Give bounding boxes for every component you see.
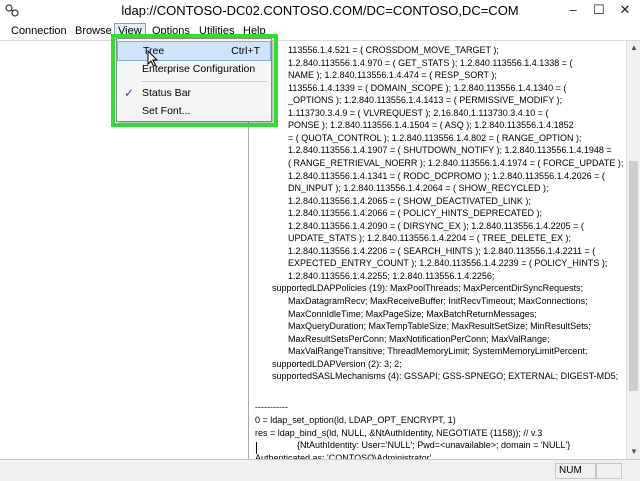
scroll-down-arrow-icon[interactable]: ▼ [627, 445, 640, 459]
title-bar: ldap://CONTOSO-DC02.CONTOSO.COM/DC=CONTO… [0, 0, 640, 22]
output-line: = ( QUOTA_CONTROL ); 1.2.840.113556.1.4.… [288, 132, 582, 143]
output-line: 1.2.840.113556.1.4.2066 = ( POLICY_HINTS… [288, 208, 543, 219]
output-line: NAME ); 1.2.840.113556.1.4.474 = ( RESP_… [288, 70, 497, 81]
output-line: 1.2.840.113556.1.4.2255; 1.2.840.113556.… [288, 270, 495, 281]
output-line: 1.2.840.113556.1.4.2090 = ( DIRSYNC_EX )… [288, 220, 584, 231]
output-line: 1.113730.3.4.9 = ( VLVREQUEST ); 2.16.84… [288, 107, 549, 118]
output-line: 113556.1.4.521 = ( CROSSDOM_MOVE_TARGET … [288, 45, 499, 55]
window-title: ldap://CONTOSO-DC02.CONTOSO.COM/DC=CONTO… [121, 3, 519, 18]
output-line: supportedLDAPPolicies (19): MaxPoolThrea… [272, 283, 584, 294]
output-line: MaxDatagramRecv; MaxReceiveBuffer; InitR… [288, 296, 588, 306]
menu-bar: Connection Browse View Options Utilities… [0, 22, 640, 41]
output-line: EXPECTED_ENTRY_COUNT ); 1.2.840.113556.1… [288, 258, 608, 269]
output-line: {NtAuthIdentity: User='NULL'; Pwd=<unava… [297, 440, 571, 451]
output-line: MaxValRangeTransitive; ThreadMemoryLimit… [288, 346, 588, 357]
close-button[interactable]: ✕ [612, 0, 638, 20]
output-line: supportedLDAPVersion (2): 3; 2; [272, 358, 402, 369]
output-line: UPDATE_STATS ); 1.2.840.113556.1.4.2204 … [288, 233, 572, 244]
output-line: MaxResultSetsPerConn; MaxNotificationPer… [288, 333, 550, 344]
output-line: ----------- [255, 402, 288, 413]
output-line: 1.2.840.113556.1.4.1341 = ( RODC_DCPROMO… [288, 170, 605, 181]
mouse-pointer-icon [147, 50, 159, 67]
output-line: res = ldap_bind_s(ld, NULL, &NtAuthIdent… [255, 427, 543, 438]
output-line: 0 = ldap_set_option(ld, LDAP_OPT_ENCRYPT… [255, 414, 456, 425]
menu-connection[interactable]: Connection [8, 24, 70, 39]
output-line: 113556.1.4.1339 = ( DOMAIN_SCOPE ); 1.2.… [288, 82, 567, 93]
status-bar: NUM [0, 459, 640, 481]
output-scrollbar[interactable]: ▲ ▼ [626, 41, 640, 459]
maximize-button[interactable]: ☐ [586, 0, 612, 20]
menu-browse[interactable]: Browse [72, 24, 115, 39]
output-line: PONSE ); 1.2.840.113556.1.4.1504 = ( ASQ… [288, 120, 574, 131]
output-line: 1.2.840.113556.1.4.2206 = ( SEARCH_HINTS… [288, 245, 596, 256]
output-line: MaxQueryDuration; MaxTempTableSize; MaxR… [288, 321, 591, 332]
output-line: MaxConnIdleTime; MaxPageSize; MaxBatchRe… [288, 308, 537, 319]
output-pane[interactable]: 113556.1.4.521 = ( CROSSDOM_MOVE_TARGET … [250, 41, 626, 459]
output-line: 1.2.840.113556.1.4.1907 = ( SHUTDOWN_NOT… [288, 145, 612, 156]
output-line: supportedSASLMechanisms (4): GSSAPI; GSS… [272, 371, 619, 382]
output-line: 1.2.840.113556.1.4.970 = ( GET_STATS ); … [288, 57, 573, 68]
status-cell-empty [596, 463, 622, 479]
output-line: DN_INPUT ); 1.2.840.113556.1.4.2064 = ( … [288, 183, 549, 194]
output-line: ( RANGE_RETRIEVAL_NOERR ); 1.2.840.11355… [288, 157, 624, 168]
text-caret [256, 442, 257, 454]
output-line: Authenticated as: 'CONTOSO\Administrator… [255, 452, 434, 459]
minimize-button[interactable]: – [560, 0, 586, 20]
highlight-annotation [111, 34, 278, 127]
output-line: _OPTIONS ); 1.2.840.113556.1.4.1413 = ( … [288, 95, 563, 106]
scroll-up-arrow-icon[interactable]: ▲ [627, 41, 640, 55]
num-lock-indicator: NUM [555, 463, 596, 479]
scroll-thumb[interactable] [629, 161, 638, 391]
output-line: 1.2.840.113556.1.4.2065 = ( SHOW_DEACTIV… [288, 195, 531, 206]
